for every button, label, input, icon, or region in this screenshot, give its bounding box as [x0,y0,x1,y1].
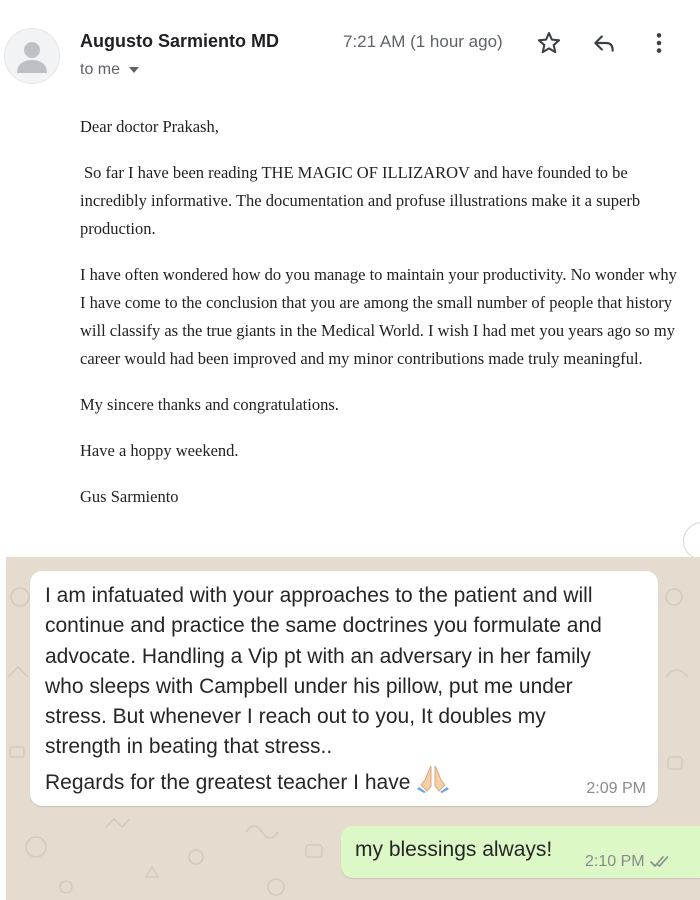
edge-control [683,522,700,560]
email-paragraph: I have often wondered how do you manage … [80,265,677,368]
email-paragraph: Have a hoppy weekend. [80,441,239,460]
outgoing-message-meta: 2:10 PM [585,853,674,871]
message-line: Regards for the greatest teacher I have [45,770,411,794]
recipient-label: to me [80,61,121,78]
email-body: Dear doctor Prakash, So far I have been … [80,113,680,529]
message-line: strength in beating that stress.. [45,735,333,759]
more-vertical-icon [656,33,662,53]
incoming-message-time: 2:09 PM [586,780,646,797]
email-paragraph: So far I have been reading THE MAGIC OF … [80,163,641,238]
chat-conversation: I am infatuated with your approaches to … [6,557,700,900]
incoming-message-bubble[interactable]: I am infatuated with your approaches to … [30,571,658,806]
more-options-button[interactable] [644,28,674,58]
outgoing-message-text: my blessings always! [355,838,553,861]
message-line: advocate. Handling a Vip pt with an adve… [45,644,591,668]
caret-down-icon[interactable] [128,66,140,74]
outgoing-message-bubble[interactable]: my blessings always! 2:10 PM [341,826,700,878]
double-check-icon [649,856,668,867]
email-signature: Gus Sarmiento [80,487,179,506]
reply-button[interactable] [589,28,619,58]
recipient-details[interactable]: to me [80,61,140,79]
email-timestamp: 7:21 AM (1 hour ago) [343,32,503,51]
incoming-message-text: I am infatuated with your approaches to … [45,581,651,798]
folded-hands-icon [417,765,450,793]
sender-name[interactable]: Augusto Sarmiento MD [80,31,279,52]
star-outline-icon [537,32,561,54]
email-message: Augusto Sarmiento MD to me 7:21 AM (1 ho… [0,0,700,560]
reply-arrow-icon [594,35,614,52]
sender-avatar[interactable] [4,28,60,84]
outgoing-message-time: 2:10 PM [585,853,645,870]
message-line: I am infatuated with your approaches to … [45,584,593,607]
email-paragraph: My sincere thanks and congratulations. [80,395,339,414]
email-greeting: Dear doctor Prakash, [80,117,219,136]
message-line-last: Regards for the greatest teacher I have [45,763,651,798]
message-line: who sleeps with Campbell under his pillo… [45,674,573,698]
star-button[interactable] [534,28,564,58]
message-line: stress. But whenever I reach out to you,… [45,705,546,729]
person-avatar-icon [17,42,47,73]
message-line: continue and practice the same doctrines… [45,614,602,638]
